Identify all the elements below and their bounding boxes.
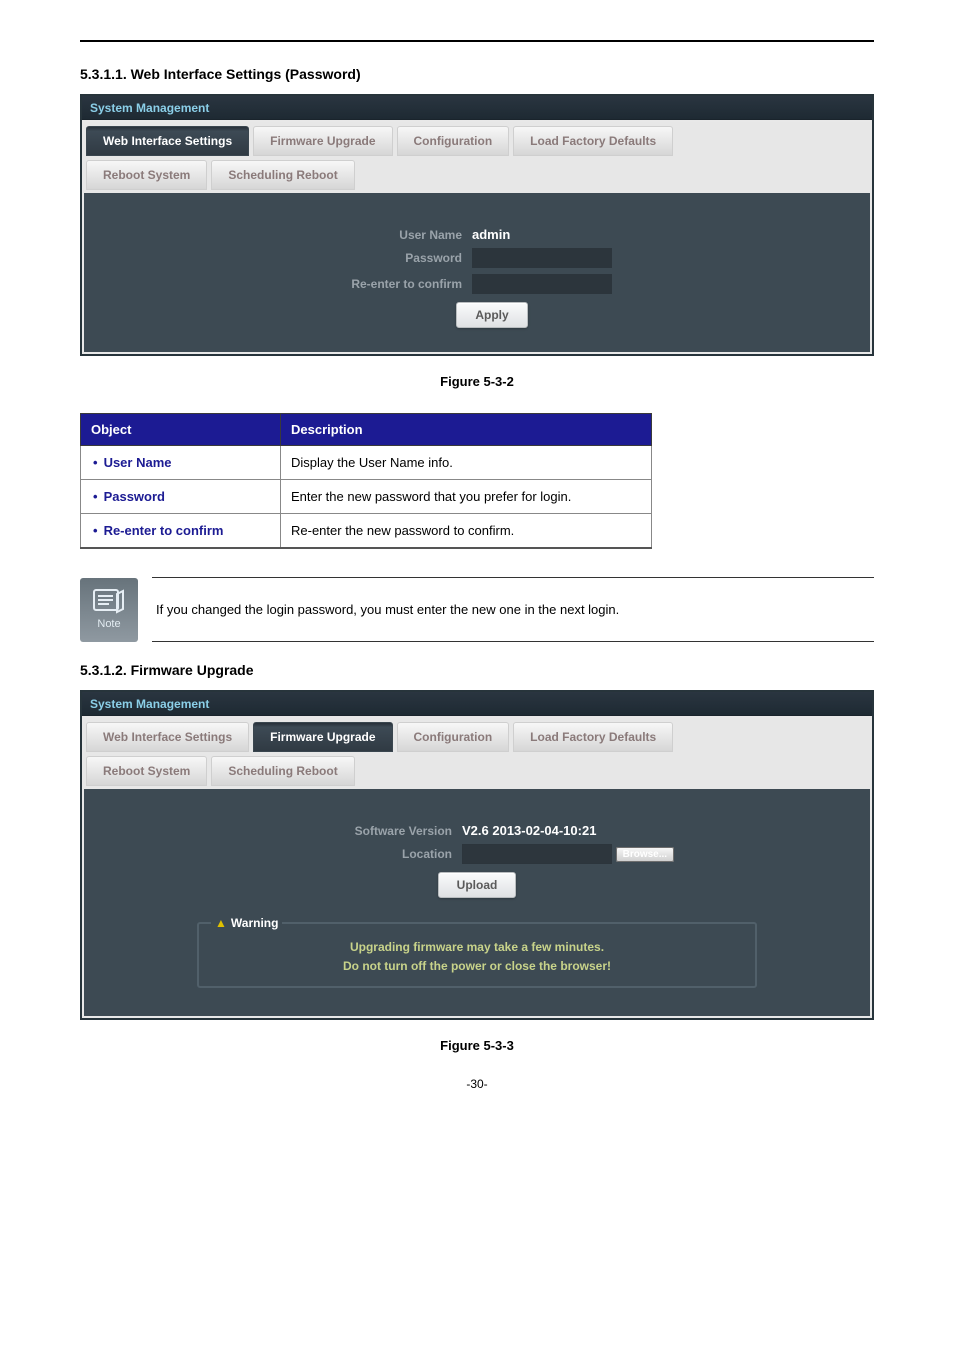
object-description-table: Object Description • User Name Display th… xyxy=(80,413,652,549)
reenter-input[interactable] xyxy=(472,274,612,294)
section-number: 5.3.1.1. xyxy=(80,66,127,82)
warning-line-1: Upgrading firmware may take a few minute… xyxy=(211,938,743,957)
user-name-label: User Name xyxy=(262,228,472,242)
tab-firmware-upgrade[interactable]: Firmware Upgrade xyxy=(253,126,392,156)
tab-row: Web Interface Settings Firmware Upgrade … xyxy=(84,718,870,789)
system-management-panel-1: System Management Web Interface Settings… xyxy=(80,94,874,356)
tab-scheduling-reboot[interactable]: Scheduling Reboot xyxy=(211,756,354,786)
bullet-icon: • xyxy=(93,489,98,504)
section-number: 5.3.1.2. xyxy=(80,662,127,678)
user-name-value: admin xyxy=(472,227,692,242)
tab-row: Web Interface Settings Firmware Upgrade … xyxy=(84,122,870,193)
section-title: Firmware Upgrade xyxy=(131,662,254,678)
panel-body: Web Interface Settings Firmware Upgrade … xyxy=(82,716,872,1018)
tab-web-interface-settings[interactable]: Web Interface Settings xyxy=(86,722,249,752)
warning-icon: ▲ xyxy=(215,916,227,930)
obj-password: Password xyxy=(104,489,165,504)
table-row: • Password Enter the new password that yo… xyxy=(81,480,652,514)
tab-configuration[interactable]: Configuration xyxy=(397,722,510,752)
page-top-rule xyxy=(80,40,874,42)
bullet-icon: • xyxy=(93,523,98,538)
tab-web-interface-settings[interactable]: Web Interface Settings xyxy=(86,126,249,156)
system-management-panel-2: System Management Web Interface Settings… xyxy=(80,690,874,1020)
location-input[interactable] xyxy=(462,844,612,864)
desc-reenter: Re-enter the new password to confirm. xyxy=(281,514,652,549)
section-heading-5311: 5.3.1.1. Web Interface Settings (Passwor… xyxy=(80,66,874,82)
table-row: • User Name Display the User Name info. xyxy=(81,446,652,480)
th-description: Description xyxy=(281,414,652,446)
tab-reboot-system[interactable]: Reboot System xyxy=(86,160,207,190)
section-title: Web Interface Settings (Password) xyxy=(131,66,361,82)
upload-button[interactable]: Upload xyxy=(438,872,517,898)
firmware-upgrade-form: Software Version V2.6 2013-02-04-10:21 L… xyxy=(84,789,870,1016)
panel-body: Web Interface Settings Firmware Upgrade … xyxy=(82,120,872,354)
note-label: Note xyxy=(97,618,120,630)
page-number: -30- xyxy=(80,1077,874,1091)
software-version-value: V2.6 2013-02-04-10:21 xyxy=(462,823,722,838)
tab-firmware-upgrade[interactable]: Firmware Upgrade xyxy=(253,722,392,752)
obj-reenter: Re-enter to confirm xyxy=(104,523,224,538)
warning-line-2: Do not turn off the power or close the b… xyxy=(211,957,743,976)
desc-user-name: Display the User Name info. xyxy=(281,446,652,480)
obj-user-name: User Name xyxy=(104,455,172,470)
tab-load-factory-defaults[interactable]: Load Factory Defaults xyxy=(513,126,673,156)
software-version-label: Software Version xyxy=(232,824,462,838)
warning-legend: ▲ Warning xyxy=(211,916,282,930)
password-label: Password xyxy=(262,251,472,265)
tab-load-factory-defaults[interactable]: Load Factory Defaults xyxy=(513,722,673,752)
section-heading-5312: 5.3.1.2. Firmware Upgrade xyxy=(80,662,874,678)
apply-button[interactable]: Apply xyxy=(456,302,527,328)
tab-reboot-system[interactable]: Reboot System xyxy=(86,756,207,786)
table-row: • Re-enter to confirm Re-enter the new pa… xyxy=(81,514,652,549)
reenter-label: Re-enter to confirm xyxy=(262,277,472,291)
note-text: If you changed the login password, you m… xyxy=(152,577,874,642)
panel-title: System Management xyxy=(82,692,872,716)
location-label: Location xyxy=(232,847,462,861)
th-object: Object xyxy=(81,414,281,446)
panel-title: System Management xyxy=(82,96,872,120)
figure-caption-2: Figure 5-3-3 xyxy=(80,1038,874,1053)
note-block: Note If you changed the login password, … xyxy=(80,577,874,642)
desc-password: Enter the new password that you prefer f… xyxy=(281,480,652,514)
tab-scheduling-reboot[interactable]: Scheduling Reboot xyxy=(211,160,354,190)
warning-label: Warning xyxy=(231,916,279,930)
bullet-icon: • xyxy=(93,455,98,470)
tab-configuration[interactable]: Configuration xyxy=(397,126,510,156)
figure-caption-1: Figure 5-3-2 xyxy=(80,374,874,389)
note-icon: Note xyxy=(80,578,138,642)
password-input[interactable] xyxy=(472,248,612,268)
browse-button[interactable]: Browse... xyxy=(616,847,674,862)
web-interface-form: User Name admin Password Re-enter to con… xyxy=(84,193,870,352)
warning-box: ▲ Warning Upgrading firmware may take a f… xyxy=(197,916,757,988)
